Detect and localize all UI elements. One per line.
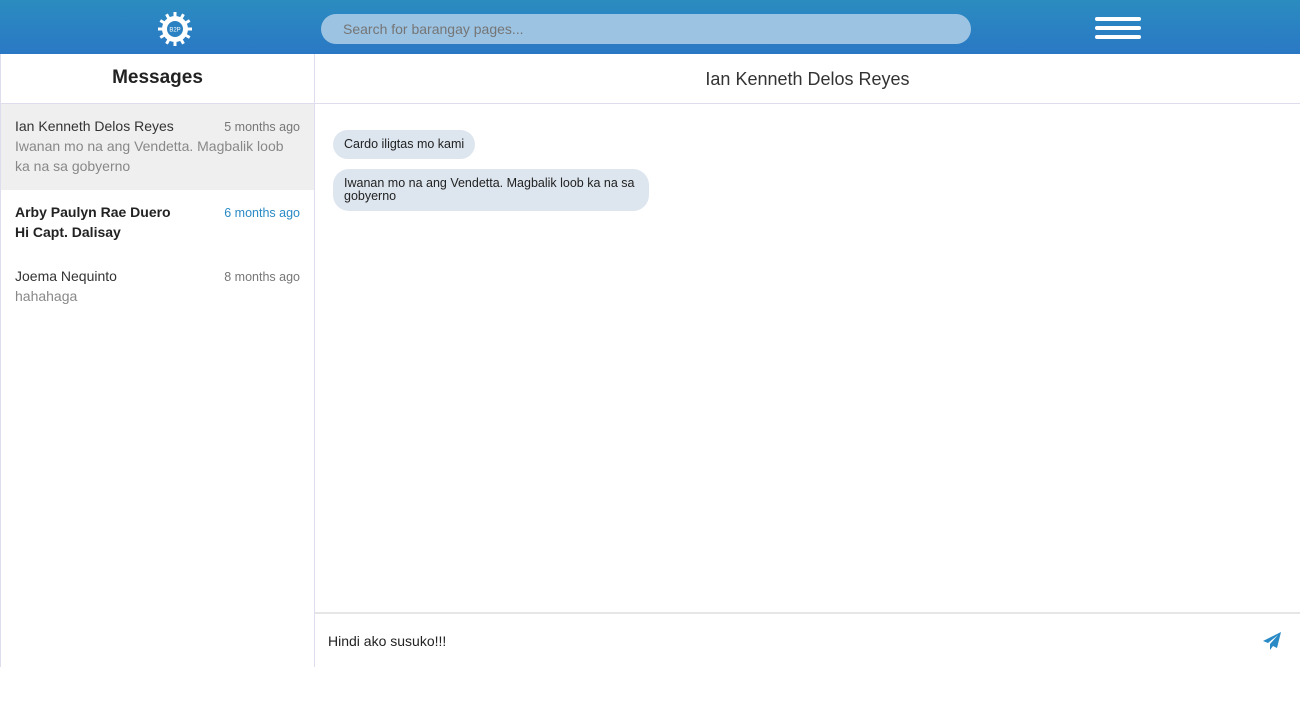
search-input[interactable] bbox=[321, 14, 971, 44]
timestamp: 5 months ago bbox=[224, 120, 300, 134]
timestamp: 8 months ago bbox=[224, 270, 300, 284]
chat-panel: Ian Kenneth Delos Reyes Cardo iligtas mo… bbox=[315, 54, 1300, 667]
send-icon[interactable] bbox=[1262, 631, 1282, 651]
timestamp: 6 months ago bbox=[224, 206, 300, 220]
contact-name: Joema Nequinto bbox=[15, 268, 117, 284]
contact-name: Ian Kenneth Delos Reyes bbox=[15, 118, 174, 134]
message-thread: Cardo iligtas mo kami Iwanan mo na ang V… bbox=[315, 104, 1300, 247]
message-preview: hahahaga bbox=[15, 288, 78, 304]
hamburger-menu-icon[interactable] bbox=[1095, 17, 1141, 41]
compose-bar bbox=[315, 612, 1300, 667]
chat-title: Ian Kenneth Delos Reyes bbox=[315, 54, 1300, 104]
message-bubble: Iwanan mo na ang Vendetta. Magbalik loob… bbox=[333, 169, 649, 211]
conversation-list: Messages Ian Kenneth Delos Reyes 5 months… bbox=[0, 54, 315, 667]
conversation-item[interactable]: Arby Paulyn Rae Duero 6 months ago Hi Cap… bbox=[1, 190, 314, 256]
messages-heading: Messages bbox=[1, 54, 314, 104]
message-preview: Iwanan mo na ang Vendetta. Magbalik loob… bbox=[15, 138, 284, 174]
top-bar: B2P bbox=[0, 0, 1300, 54]
logo-icon[interactable]: B2P bbox=[157, 11, 193, 47]
contact-name: Arby Paulyn Rae Duero bbox=[15, 204, 171, 220]
message-preview: Hi Capt. Dalisay bbox=[15, 224, 121, 240]
conversation-item[interactable]: Joema Nequinto 8 months ago hahahaga bbox=[1, 256, 314, 320]
message-bubble: Cardo iligtas mo kami bbox=[333, 130, 476, 159]
svg-text:B2P: B2P bbox=[169, 28, 180, 34]
conversation-item[interactable]: Ian Kenneth Delos Reyes 5 months ago Iwan… bbox=[1, 104, 314, 190]
message-input[interactable] bbox=[328, 632, 1262, 649]
